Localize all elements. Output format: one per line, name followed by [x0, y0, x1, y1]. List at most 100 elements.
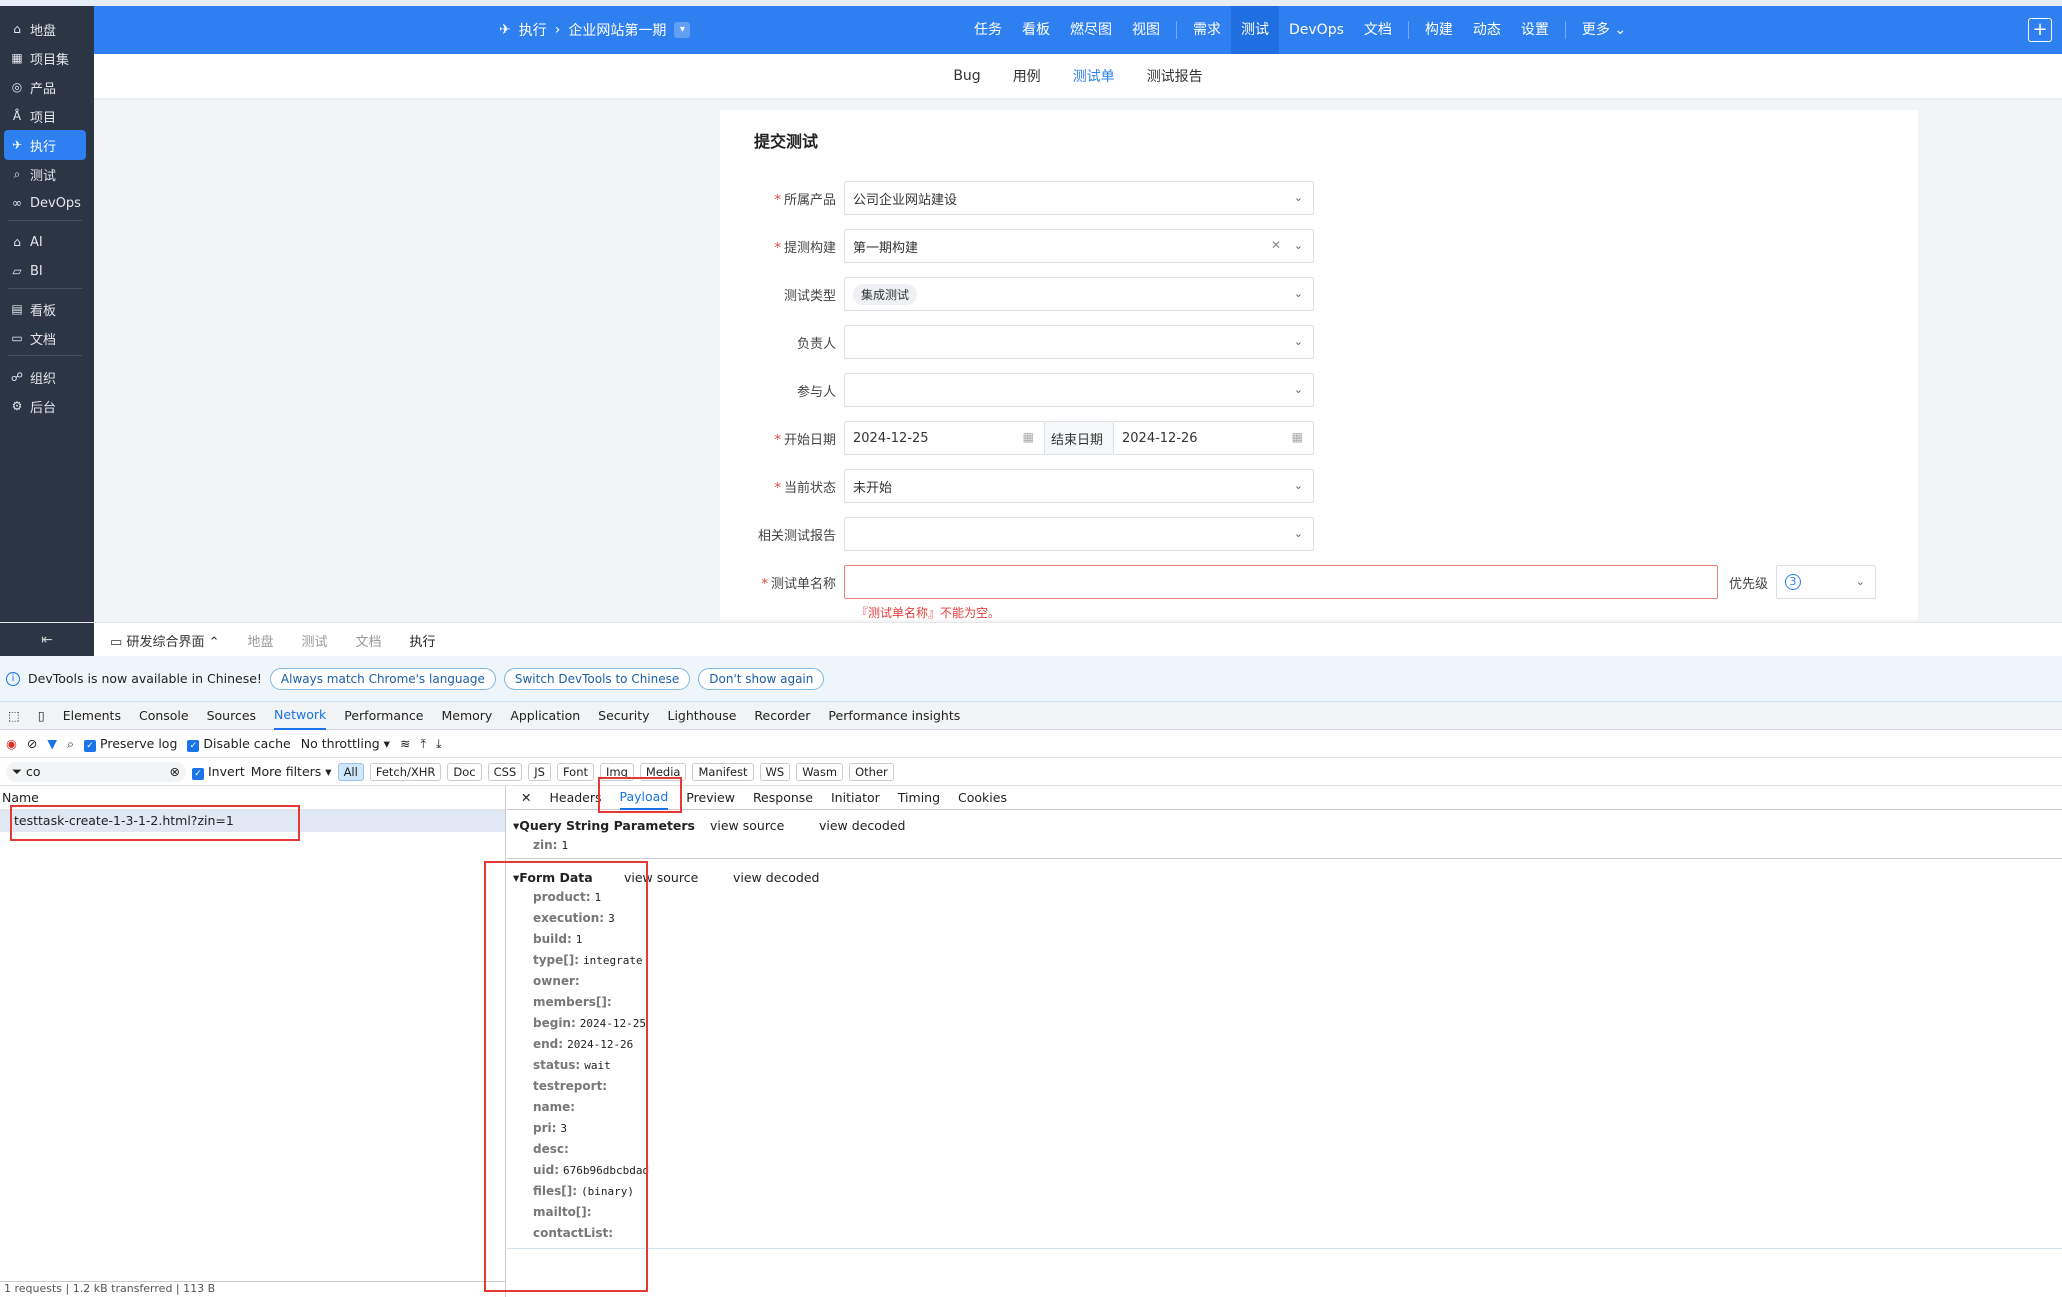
- tab-memory[interactable]: Memory: [441, 708, 492, 723]
- qs-view-decoded-link[interactable]: view decoded: [819, 818, 905, 833]
- tab-security[interactable]: Security: [598, 708, 649, 723]
- dont-show-again-button[interactable]: Don't show again: [698, 667, 825, 690]
- tab-headers[interactable]: Headers: [549, 790, 601, 805]
- sidebar-item-program[interactable]: ▦ 项目集: [4, 43, 86, 73]
- sidebar-item-devops[interactable]: ∞ DevOps: [4, 188, 86, 218]
- tab-recorder[interactable]: Recorder: [754, 708, 810, 723]
- nav-dynamic[interactable]: 动态: [1463, 6, 1511, 54]
- chevron-down-icon[interactable]: ▾: [674, 22, 691, 38]
- bottom-tab-doc[interactable]: 文档: [356, 631, 382, 650]
- filter-fetch-xhr[interactable]: Fetch/XHR: [369, 762, 442, 781]
- filter-doc[interactable]: Doc: [447, 762, 482, 781]
- nav-test[interactable]: 测试: [1231, 6, 1279, 54]
- nav-task[interactable]: 任务: [964, 6, 1012, 54]
- filter-wasm[interactable]: Wasm: [796, 762, 844, 781]
- qs-view-source-link[interactable]: view source: [710, 818, 784, 833]
- sidebar-item-ai[interactable]: ⌂ AI: [4, 227, 86, 257]
- priority-select[interactable]: 3 ⌄: [1776, 565, 1876, 599]
- tab-elements[interactable]: Elements: [63, 708, 121, 723]
- filter-other[interactable]: Other: [849, 762, 894, 781]
- tab-initiator[interactable]: Initiator: [831, 790, 880, 805]
- tab-performance-insights[interactable]: Performance insights: [828, 708, 960, 723]
- name-input[interactable]: [844, 565, 1718, 599]
- subnav-bug[interactable]: Bug: [953, 68, 980, 84]
- subnav-testreport[interactable]: 测试报告: [1147, 66, 1203, 86]
- sidebar-item-org[interactable]: ☍ 组织: [4, 362, 86, 392]
- nav-doc[interactable]: 文档: [1354, 6, 1402, 54]
- owner-select[interactable]: ⌄: [844, 325, 1314, 359]
- wifi-icon[interactable]: ≋: [400, 736, 410, 751]
- breadcrumb-root[interactable]: 执行: [519, 20, 547, 40]
- status-select[interactable]: 未开始 ⌄: [844, 469, 1314, 503]
- filter-css[interactable]: CSS: [487, 762, 523, 781]
- search-icon[interactable]: ⌕: [67, 736, 74, 752]
- build-select[interactable]: 第一期构建 ✕ ⌄: [844, 229, 1314, 263]
- subnav-testtask[interactable]: 测试单: [1073, 66, 1115, 86]
- sidebar-item-home[interactable]: ⌂ 地盘: [4, 14, 86, 44]
- filter-input[interactable]: ⏷ co ⊗: [6, 761, 186, 782]
- upload-icon[interactable]: ⤒: [420, 736, 426, 752]
- filter-all[interactable]: All: [337, 762, 364, 781]
- download-icon[interactable]: ⤓: [436, 736, 442, 752]
- inspect-icon[interactable]: ⬚: [8, 708, 20, 723]
- filter-manifest[interactable]: Manifest: [692, 762, 754, 781]
- filter-js[interactable]: JS: [528, 762, 551, 781]
- workspace-switcher[interactable]: ▭ 研发综合界面 ⌃: [110, 631, 220, 650]
- nav-build[interactable]: 构建: [1415, 6, 1463, 54]
- sidebar-item-project[interactable]: Å 项目: [4, 101, 86, 131]
- sidebar-item-bi[interactable]: ▱ BI: [4, 256, 86, 286]
- more-filters-dropdown[interactable]: More filters ▾: [251, 764, 332, 779]
- collapse-sidebar-icon[interactable]: ⇤: [0, 623, 94, 657]
- tab-timing[interactable]: Timing: [898, 790, 940, 805]
- record-icon[interactable]: ◉: [6, 736, 17, 751]
- tab-preview[interactable]: Preview: [686, 790, 735, 805]
- tab-sources[interactable]: Sources: [207, 708, 256, 723]
- end-date-input[interactable]: 2024-12-26 ▦: [1113, 421, 1314, 455]
- close-icon[interactable]: ✕: [521, 790, 531, 805]
- bottom-tab-execution[interactable]: 执行: [410, 631, 436, 650]
- switch-chinese-button[interactable]: Switch DevTools to Chinese: [503, 667, 691, 690]
- nav-settings[interactable]: 设置: [1511, 6, 1559, 54]
- invert-checkbox[interactable]: ✓ Invert: [192, 764, 245, 780]
- subnav-case[interactable]: 用例: [1013, 66, 1041, 86]
- sidebar-item-kanban[interactable]: ▤ 看板: [4, 294, 86, 324]
- bottom-tab-home[interactable]: 地盘: [248, 631, 274, 650]
- add-button[interactable]: +: [2028, 18, 2052, 42]
- tab-cookies[interactable]: Cookies: [958, 790, 1007, 805]
- product-select[interactable]: 公司企业网站建设 ⌄: [844, 181, 1314, 215]
- sidebar-item-doc[interactable]: ▭ 文档: [4, 323, 86, 353]
- tab-application[interactable]: Application: [510, 708, 580, 723]
- type-select[interactable]: 集成测试 ⌄: [844, 277, 1314, 311]
- report-select[interactable]: ⌄: [844, 517, 1314, 551]
- tab-network[interactable]: Network: [274, 702, 327, 730]
- fd-view-decoded-link[interactable]: view decoded: [733, 870, 819, 885]
- device-toolbar-icon[interactable]: ▯: [38, 708, 45, 723]
- filter-ws[interactable]: WS: [759, 762, 791, 781]
- tab-performance[interactable]: Performance: [344, 708, 423, 723]
- query-string-section[interactable]: ▾Query String Parameters: [513, 818, 695, 833]
- nav-story[interactable]: 需求: [1183, 6, 1231, 54]
- throttling-select[interactable]: No throttling ▾: [301, 736, 390, 751]
- clear-filter-icon[interactable]: ⊗: [170, 764, 180, 779]
- sidebar-item-product[interactable]: ◎ 产品: [4, 72, 86, 102]
- nav-kanban[interactable]: 看板: [1012, 6, 1060, 54]
- tab-lighthouse[interactable]: Lighthouse: [668, 708, 737, 723]
- sidebar-item-execution[interactable]: ✈ 执行: [4, 130, 86, 160]
- begin-date-input[interactable]: 2024-12-25 ▦: [844, 421, 1045, 455]
- nav-burndown[interactable]: 燃尽图: [1060, 6, 1122, 54]
- clear-icon[interactable]: ⊘: [27, 736, 37, 751]
- breadcrumb-current[interactable]: 企业网站第一期: [568, 20, 666, 40]
- bottom-tab-test[interactable]: 测试: [302, 631, 328, 650]
- clear-icon[interactable]: ✕: [1271, 238, 1281, 252]
- nav-devops[interactable]: DevOps: [1279, 6, 1354, 54]
- nav-more[interactable]: 更多 ⌄: [1572, 6, 1636, 54]
- filter-icon[interactable]: ▼: [47, 736, 57, 751]
- match-language-button[interactable]: Always match Chrome's language: [269, 667, 496, 690]
- sidebar-item-admin[interactable]: ⚙ 后台: [4, 391, 86, 421]
- sidebar-item-test[interactable]: ⌕ 测试: [4, 159, 86, 189]
- tab-console[interactable]: Console: [139, 708, 189, 723]
- tab-response[interactable]: Response: [753, 790, 813, 805]
- filter-font[interactable]: Font: [556, 762, 595, 781]
- nav-view[interactable]: 视图: [1122, 6, 1170, 54]
- preserve-log-checkbox[interactable]: ✓ Preserve log: [84, 736, 177, 752]
